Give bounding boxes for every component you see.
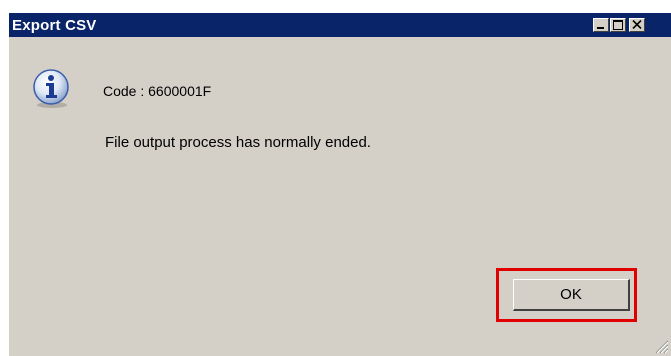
resize-grip-icon[interactable] (653, 338, 669, 354)
window-title: Export CSV (12, 17, 97, 34)
ok-button[interactable]: OK (513, 279, 630, 311)
close-icon (632, 20, 642, 29)
title-bar[interactable]: Export CSV (9, 13, 671, 37)
close-button[interactable] (629, 18, 645, 32)
maximize-button[interactable] (610, 18, 626, 32)
minimize-button[interactable] (593, 18, 609, 32)
message-text: File output process has normally ended. (105, 134, 371, 151)
error-code-label: Code : 6600001F (103, 83, 212, 99)
info-icon (33, 69, 69, 108)
export-csv-dialog: Export CSV Code : 6600001F File output p… (8, 12, 671, 356)
